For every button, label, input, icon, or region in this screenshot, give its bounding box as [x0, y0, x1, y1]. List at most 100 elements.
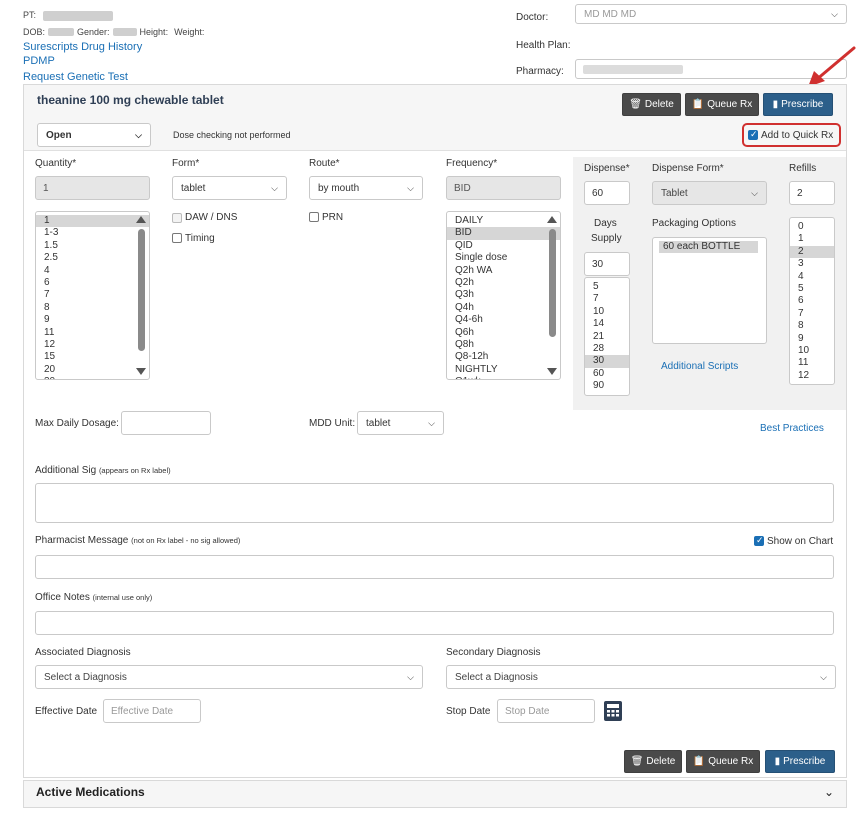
doctor-select[interactable]: MD MD MD ⌵: [575, 4, 847, 24]
prescribe-button[interactable]: ▮ Prescribe: [763, 93, 833, 116]
effective-date-input[interactable]: Effective Date: [103, 699, 201, 723]
refills-option[interactable]: 0: [790, 221, 834, 233]
days-supply-option[interactable]: 5: [585, 281, 629, 293]
daw-checkbox[interactable]: [172, 213, 182, 223]
days-supply-option[interactable]: 30: [585, 355, 629, 368]
frequency-option[interactable]: NIGHTLY: [447, 364, 560, 376]
scroll-up-icon[interactable]: [136, 216, 146, 223]
route-select[interactable]: by mouth ⌵: [309, 176, 423, 200]
surescripts-link[interactable]: Surescripts Drug History: [23, 41, 142, 53]
quantity-option[interactable]: 15: [36, 351, 149, 363]
refills-option[interactable]: 9: [790, 333, 834, 345]
scroll-up-icon[interactable]: [547, 216, 557, 223]
frequency-option[interactable]: Q8h: [447, 339, 560, 351]
scroll-thumb[interactable]: [549, 229, 556, 337]
dispense-input[interactable]: 60: [584, 181, 630, 205]
frequency-option[interactable]: Q8-12h: [447, 351, 560, 363]
packaging-listbox[interactable]: 60 each BOTTLE: [652, 237, 767, 344]
days-supply-option[interactable]: 10: [585, 306, 629, 318]
quantity-option[interactable]: 4: [36, 265, 149, 277]
quantity-option[interactable]: 6: [36, 277, 149, 289]
frequency-option[interactable]: Q2h WA: [447, 265, 560, 277]
refills-option[interactable]: 8: [790, 320, 834, 332]
packaging-option[interactable]: 60 each BOTTLE: [659, 241, 758, 254]
genetic-test-link[interactable]: Request Genetic Test: [23, 71, 128, 83]
quantity-option[interactable]: 1.5: [36, 240, 149, 252]
refills-option[interactable]: 2: [790, 245, 834, 259]
days-supply-option[interactable]: 14: [585, 318, 629, 330]
frequency-option[interactable]: QID: [447, 240, 560, 252]
refills-option[interactable]: 5: [790, 283, 834, 295]
quantity-scrollbar[interactable]: [135, 214, 147, 377]
best-practices-link[interactable]: Best Practices: [760, 423, 824, 434]
quantity-option[interactable]: 9: [36, 314, 149, 326]
quantity-option[interactable]: 1: [36, 215, 149, 228]
refills-listbox[interactable]: 0 1 2 3 4 5 6 7 8 9 10 11 12: [789, 217, 835, 385]
days-supply-listbox[interactable]: 5 7 10 14 21 28 30 60 90: [584, 277, 630, 396]
pharmacist-message-input[interactable]: [35, 555, 834, 579]
status-select[interactable]: Open ⌵: [37, 123, 151, 147]
days-supply-option[interactable]: 21: [585, 331, 629, 343]
frequency-option[interactable]: Q2h: [447, 277, 560, 289]
days-supply-input[interactable]: 30: [584, 252, 630, 276]
quantity-input[interactable]: 1: [35, 176, 150, 200]
quantity-option[interactable]: 8: [36, 302, 149, 314]
frequency-option[interactable]: Q3h: [447, 289, 560, 301]
days-supply-option[interactable]: 60: [585, 368, 629, 380]
additional-scripts-link[interactable]: Additional Scripts: [661, 361, 738, 372]
quantity-option[interactable]: 20: [36, 364, 149, 376]
quantity-option[interactable]: 12: [36, 339, 149, 351]
frequency-input[interactable]: BID: [446, 176, 561, 200]
scroll-down-icon[interactable]: [136, 368, 146, 375]
refills-option[interactable]: 6: [790, 295, 834, 307]
calculator-icon[interactable]: [603, 700, 623, 722]
frequency-option[interactable]: Q6h: [447, 327, 560, 339]
additional-sig-textarea[interactable]: [35, 483, 834, 523]
delete-button[interactable]: 🗑 Delete: [622, 93, 681, 116]
frequency-option[interactable]: DAILY: [447, 215, 560, 227]
frequency-scrollbar[interactable]: [546, 214, 558, 377]
refills-option[interactable]: 1: [790, 233, 834, 245]
add-quick-rx-highlight[interactable]: Add to Quick Rx: [742, 123, 841, 147]
scroll-down-icon[interactable]: [547, 368, 557, 375]
refills-option[interactable]: 10: [790, 345, 834, 357]
scroll-thumb[interactable]: [138, 229, 145, 351]
refills-option[interactable]: 12: [790, 370, 834, 382]
days-supply-option[interactable]: 7: [585, 293, 629, 305]
refills-option[interactable]: 3: [790, 258, 834, 270]
frequency-option[interactable]: BID: [447, 227, 560, 240]
frequency-option[interactable]: Q1wk: [447, 376, 560, 379]
refills-option[interactable]: 7: [790, 308, 834, 320]
timing-checkbox[interactable]: [172, 233, 182, 243]
delete-button-bottom[interactable]: 🗑 Delete: [624, 750, 682, 773]
pdmp-link[interactable]: PDMP: [23, 55, 55, 67]
quantity-option[interactable]: 1-3: [36, 227, 149, 239]
quantity-option[interactable]: 30: [36, 376, 149, 379]
days-supply-option[interactable]: 28: [585, 343, 629, 355]
add-quick-rx-checkbox[interactable]: [748, 129, 758, 140]
stop-date-input[interactable]: Stop Date: [497, 699, 595, 723]
frequency-listbox[interactable]: DAILY BID QID Single dose Q2h WA Q2h Q3h Q4h Q4-…: [446, 211, 561, 380]
show-on-chart-checkbox[interactable]: [754, 535, 764, 546]
refills-input[interactable]: 2: [789, 181, 835, 205]
prn-checkbox[interactable]: [309, 212, 319, 222]
mdd-unit-select[interactable]: tablet ⌵: [357, 411, 444, 435]
quantity-option[interactable]: 11: [36, 327, 149, 339]
queue-rx-button-bottom[interactable]: 📋 Queue Rx: [686, 750, 760, 773]
secondary-diagnosis-select[interactable]: Select a Diagnosis ⌵: [446, 665, 836, 689]
quantity-option[interactable]: 2.5: [36, 252, 149, 264]
frequency-option[interactable]: Q4-6h: [447, 314, 560, 326]
queue-rx-button[interactable]: 📋 Queue Rx: [685, 93, 759, 116]
active-medications-bar[interactable]: Active Medications ⌄: [23, 780, 847, 808]
office-notes-input[interactable]: [35, 611, 834, 635]
refills-option[interactable]: 4: [790, 271, 834, 283]
quantity-listbox[interactable]: 11-31.52.5467891112152030: [35, 211, 150, 380]
refills-option[interactable]: 11: [790, 357, 834, 369]
quantity-option[interactable]: 7: [36, 289, 149, 301]
form-select[interactable]: tablet ⌵: [172, 176, 287, 200]
days-supply-option[interactable]: 90: [585, 380, 629, 392]
max-daily-input[interactable]: [121, 411, 211, 435]
assoc-diagnosis-select[interactable]: Select a Diagnosis ⌵: [35, 665, 423, 689]
dispense-form-select[interactable]: Tablet ⌵: [652, 181, 767, 205]
frequency-option[interactable]: Q4h: [447, 302, 560, 314]
